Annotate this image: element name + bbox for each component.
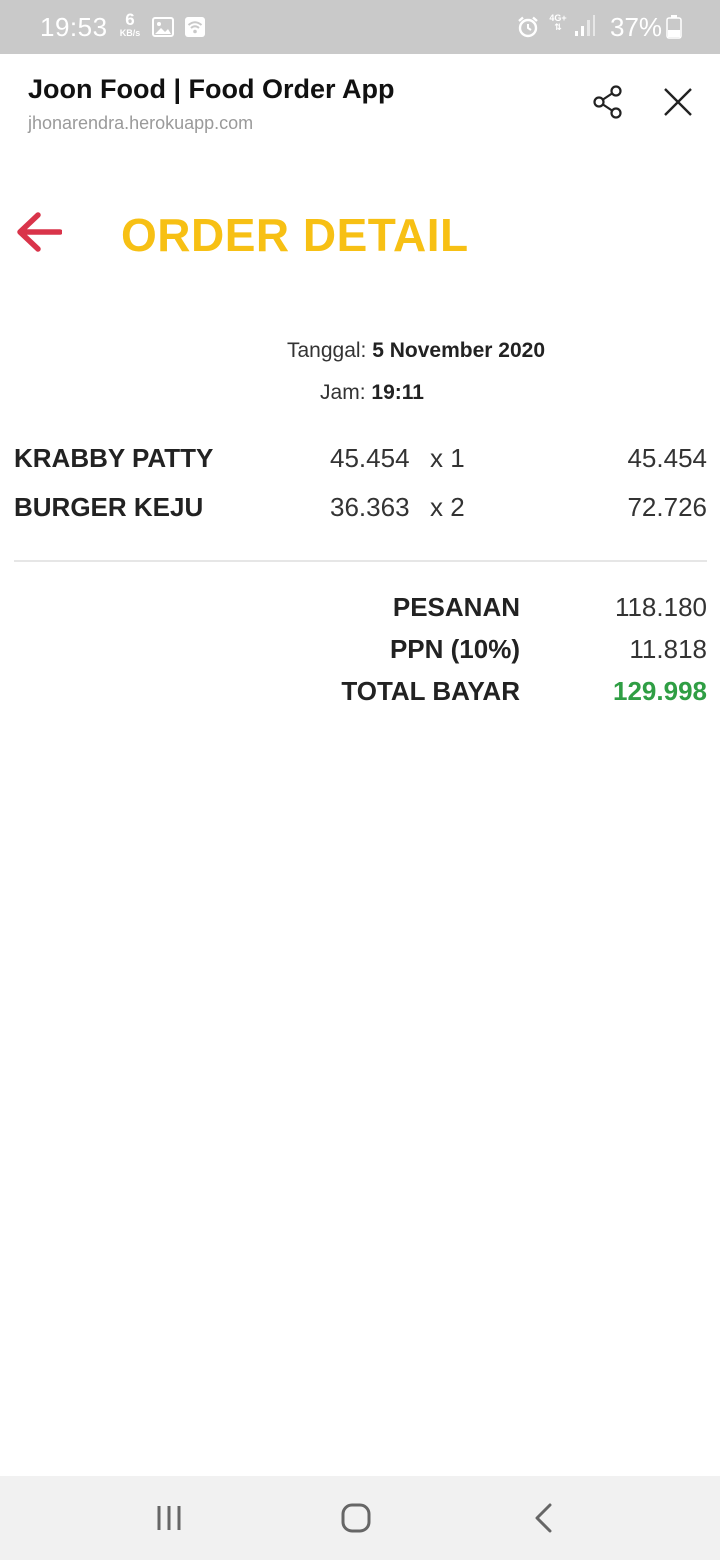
item-price: 36.363 [330, 492, 410, 522]
order-value: 118.180 [614, 592, 707, 622]
close-icon [664, 88, 692, 116]
network-type: 4G+ ⇅ [548, 14, 568, 32]
tax-label: PPN (10%) [389, 634, 520, 664]
wifi-hotspot-icon [184, 16, 206, 43]
back-button[interactable] [14, 208, 64, 256]
navigation-bar [0, 1476, 720, 1560]
order-date: Tanggal: 5 November 2020 [0, 339, 720, 363]
item-name: KRABBY PATTY [14, 443, 214, 473]
tax-value: 11.818 [629, 634, 707, 664]
page-title: ORDER DETAIL [121, 209, 469, 261]
item-subtotal: 45.454 [627, 443, 707, 473]
order-time: Jam: 19:11 [0, 381, 720, 405]
status-bar: 19:53 6 KB/s 4G+ ⇅ 37% [0, 0, 720, 54]
data-arrows-icon: ⇅ [554, 22, 562, 32]
home-icon [341, 1503, 371, 1533]
divider [14, 560, 707, 562]
back-icon [535, 1503, 552, 1533]
date-value: 5 November 2020 [372, 339, 546, 362]
item-price: 45.454 [330, 443, 410, 473]
total-value: 129.998 [613, 676, 707, 706]
status-time: 19:53 [40, 12, 108, 42]
page-url[interactable]: jhonarendra.herokuapp.com [28, 113, 253, 134]
total-label: TOTAL BAYAR [341, 676, 520, 706]
share-button[interactable] [588, 82, 628, 122]
home-button[interactable] [332, 1494, 380, 1542]
item-subtotal: 72.726 [627, 492, 707, 522]
share-icon [593, 85, 622, 119]
network-speed-unit: KB/s [119, 28, 141, 38]
recent-apps-icon [157, 1506, 181, 1530]
signal-icon [574, 14, 596, 43]
alarm-icon [516, 15, 540, 44]
gallery-icon [152, 17, 174, 42]
order-label: PESANAN [392, 592, 520, 622]
time-label: Jam: [320, 381, 366, 404]
browser-header: Joon Food | Food Order App jhonarendra.h… [0, 54, 720, 154]
order-item-row: KRABBY PATTY 45.454 x 1 45.454 [14, 443, 707, 483]
item-quantity: x 2 [430, 492, 465, 522]
order-item-row: BURGER KEJU 36.363 x 2 72.726 [14, 492, 707, 532]
arrow-left-icon [17, 212, 62, 252]
recent-apps-button[interactable] [145, 1494, 193, 1542]
item-quantity: x 1 [430, 443, 465, 473]
summary-order-row: PESANAN 118.180 [0, 592, 707, 632]
battery-percent: 37% [610, 12, 663, 42]
network-speed: 6 KB/s [116, 11, 144, 38]
item-name: BURGER KEJU [14, 492, 204, 522]
network-speed-value: 6 [125, 10, 135, 29]
system-back-button[interactable] [520, 1494, 568, 1542]
summary-total-row: TOTAL BAYAR 129.998 [0, 676, 707, 716]
summary-tax-row: PPN (10%) 11.818 [0, 634, 707, 674]
battery-icon [666, 15, 682, 44]
page-tab-title: Joon Food | Food Order App [28, 74, 395, 104]
date-label: Tanggal: [286, 339, 367, 362]
close-button[interactable] [658, 82, 698, 122]
time-value: 19:11 [371, 381, 424, 404]
